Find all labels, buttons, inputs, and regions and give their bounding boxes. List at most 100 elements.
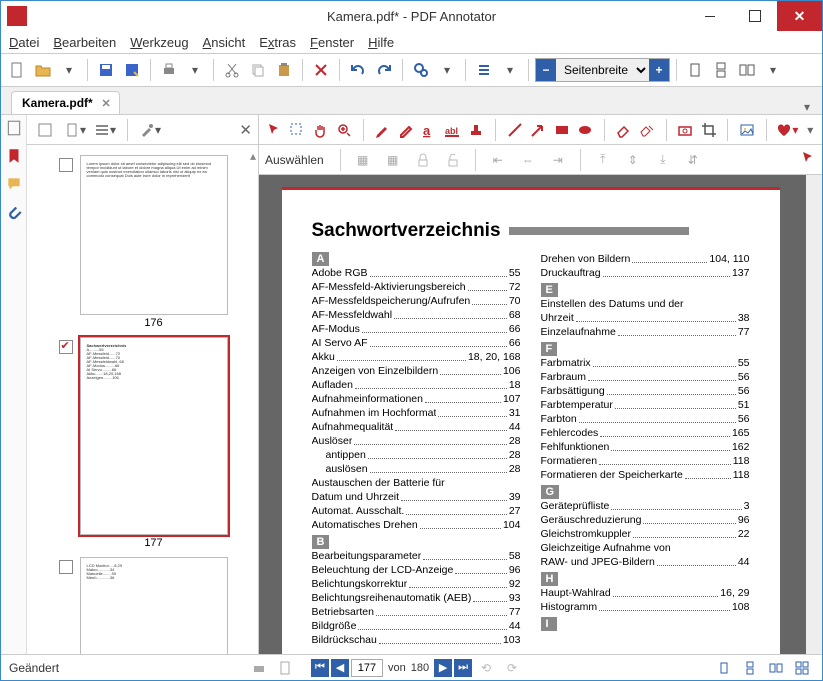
paste-button[interactable] — [272, 58, 296, 82]
view-two-icon[interactable] — [764, 656, 788, 680]
save-button[interactable] — [94, 58, 118, 82]
menu-extras[interactable]: Extras — [259, 35, 296, 50]
list-button[interactable] — [472, 58, 496, 82]
view-thumb-button[interactable]: ▾ — [93, 118, 117, 142]
menu-datei[interactable]: Datei — [9, 35, 39, 50]
align-left-icon[interactable]: ▦ — [351, 148, 375, 172]
continuous-page-button[interactable] — [709, 58, 733, 82]
thumbnail-list[interactable]: ▴ Lorem ipsum dolor sit amet consectetur… — [27, 145, 258, 654]
list-dropdown[interactable]: ▾ — [498, 58, 522, 82]
tab-overflow-button[interactable]: ▾ — [798, 100, 822, 114]
open-button[interactable] — [31, 58, 55, 82]
eraser-tool[interactable] — [615, 118, 633, 142]
delete-button[interactable] — [309, 58, 333, 82]
nav-back-button[interactable]: ⟲ — [474, 656, 498, 680]
view-continuous-icon[interactable] — [738, 656, 762, 680]
cut-button[interactable] — [220, 58, 244, 82]
undo-button[interactable] — [346, 58, 370, 82]
close-button[interactable]: ✕ — [777, 1, 822, 31]
menu-werkzeug[interactable]: Werkzeug — [130, 35, 188, 50]
dropdown-open[interactable]: ▾ — [57, 58, 81, 82]
arrow-tool[interactable] — [529, 118, 547, 142]
menu-hilfe[interactable]: Hilfe — [368, 35, 394, 50]
align-vcenter-button[interactable]: ⇕ — [621, 148, 645, 172]
nav-fwd-button[interactable]: ⟳ — [500, 656, 524, 680]
snapshot-tool[interactable] — [676, 118, 694, 142]
zoom-select[interactable]: Seitenbreite — [556, 59, 649, 81]
pan-tool[interactable] — [312, 118, 330, 142]
pen-tool[interactable] — [374, 118, 392, 142]
highlight-tool[interactable]: abl — [444, 118, 462, 142]
sidetab-attachment-icon[interactable] — [5, 203, 23, 221]
sidetab-pages-icon[interactable] — [5, 119, 23, 137]
image-tool[interactable] — [738, 118, 756, 142]
view-grid-icon[interactable] — [790, 656, 814, 680]
new-button[interactable] — [5, 58, 29, 82]
vertical-scrollbar[interactable] — [806, 175, 822, 654]
marker-tool[interactable] — [397, 118, 415, 142]
tools-thumb-button[interactable]: ▾ — [138, 118, 162, 142]
distribute-button[interactable]: ⇵ — [681, 148, 705, 172]
menu-bearbeiten[interactable]: Bearbeiten — [53, 35, 116, 50]
zoom-control[interactable]: − Seitenbreite + — [535, 58, 670, 82]
find-button[interactable] — [409, 58, 433, 82]
select-tool[interactable] — [265, 118, 283, 142]
text-tool[interactable]: a — [421, 118, 439, 142]
print-status-icon[interactable] — [247, 656, 271, 680]
page-viewport[interactable]: Sachwortverzeichnis AAdobe RGB55AF-Messf… — [259, 175, 806, 654]
ellipse-tool[interactable] — [576, 118, 594, 142]
document-tab[interactable]: Kamera.pdf* ✕ — [11, 91, 120, 114]
page-number-input[interactable] — [351, 659, 383, 677]
align-bottom-button[interactable]: ⤓ — [651, 148, 675, 172]
find-dropdown[interactable]: ▾ — [435, 58, 459, 82]
align-hcenter-button[interactable]: ⇔ — [516, 148, 540, 172]
zoom-tool[interactable] — [336, 118, 354, 142]
save-as-button[interactable] — [120, 58, 144, 82]
thumbnail-177[interactable]: SachwortverzeichnisA.........55AF-Messfe… — [80, 337, 228, 535]
lasso-tool[interactable] — [289, 118, 307, 142]
page-status-icon[interactable] — [273, 656, 297, 680]
first-page-button[interactable]: ⏮ — [311, 659, 329, 677]
single-page-button[interactable] — [683, 58, 707, 82]
thumbnail-178-checkbox[interactable] — [59, 560, 73, 574]
menu-fenster[interactable]: Fenster — [310, 35, 354, 50]
thumbnail-178[interactable]: LCD Monitor.....8,29Makro...........34Ma… — [80, 557, 228, 654]
maximize-button[interactable] — [732, 1, 777, 31]
minimize-button[interactable] — [687, 1, 732, 31]
close-thumbnails-button[interactable]: ✕ — [239, 121, 252, 139]
thumbnail-177-checkbox[interactable] — [59, 340, 73, 354]
zoom-in-button[interactable]: + — [649, 59, 669, 81]
crop-tool[interactable] — [700, 118, 718, 142]
sidetab-annotation-icon[interactable] — [5, 175, 23, 193]
thumbnail-176-checkbox[interactable] — [59, 158, 73, 172]
two-page-button[interactable] — [735, 58, 759, 82]
tab-close-icon[interactable]: ✕ — [101, 97, 110, 110]
last-page-button[interactable]: ⏭ — [454, 659, 472, 677]
thumbnail-176[interactable]: Lorem ipsum dolor sit amet consectetur a… — [80, 155, 228, 315]
menu-ansicht[interactable]: Ansicht — [203, 35, 246, 50]
redo-button[interactable] — [372, 58, 396, 82]
new-page-thumb-button[interactable]: ▾ — [63, 118, 87, 142]
select-all-thumb-button[interactable] — [33, 118, 57, 142]
prev-page-button[interactable]: ◀ — [331, 659, 349, 677]
sidetab-bookmark-icon[interactable] — [5, 147, 23, 165]
lock-icon[interactable] — [411, 148, 435, 172]
line-tool[interactable] — [506, 118, 524, 142]
view-single-icon[interactable] — [712, 656, 736, 680]
favorite-tool[interactable]: ▾ — [776, 118, 798, 142]
align-center-icon[interactable]: ▦ — [381, 148, 405, 172]
align-top-button[interactable]: ⤒ — [591, 148, 615, 172]
unlock-icon[interactable] — [441, 148, 465, 172]
next-page-button[interactable]: ▶ — [434, 659, 452, 677]
rectangle-tool[interactable] — [553, 118, 571, 142]
toolbar-overflow[interactable]: ▾ — [804, 123, 816, 137]
zoom-out-button[interactable]: − — [536, 59, 556, 81]
align-left-button[interactable]: ⇤ — [486, 148, 510, 172]
align-right-button[interactable]: ⇥ — [546, 148, 570, 172]
erase-all-tool[interactable] — [638, 118, 656, 142]
layout-dropdown[interactable]: ▾ — [761, 58, 785, 82]
copy-button[interactable] — [246, 58, 270, 82]
print-button[interactable] — [157, 58, 181, 82]
stamp-tool[interactable] — [468, 118, 486, 142]
print-dropdown[interactable]: ▾ — [183, 58, 207, 82]
